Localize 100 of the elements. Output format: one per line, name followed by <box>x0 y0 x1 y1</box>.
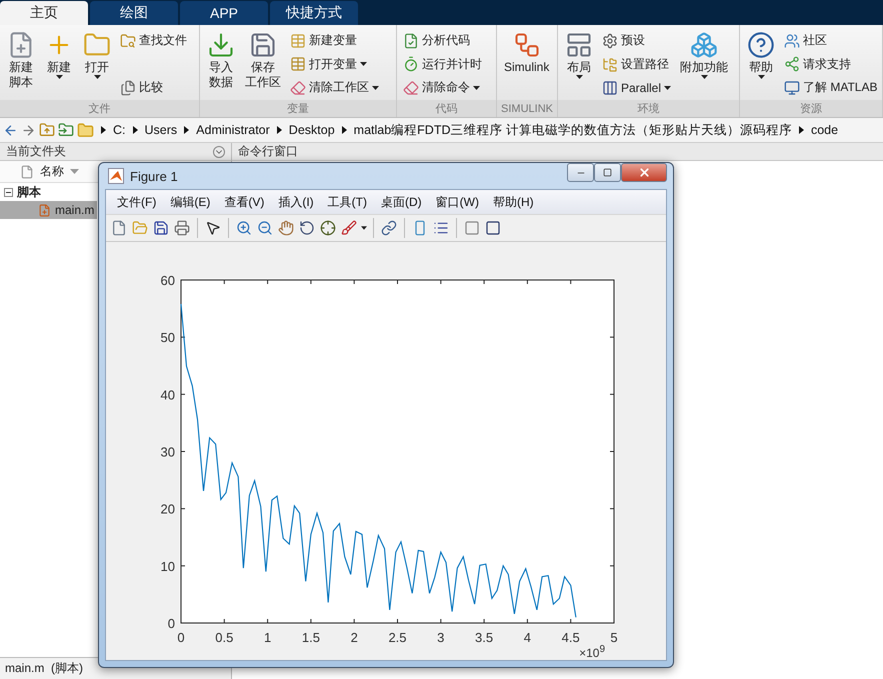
menu-item[interactable]: 工具(T) <box>322 192 372 212</box>
separator-icon <box>798 126 804 134</box>
ribbon-button[interactable]: 社区 <box>782 31 880 50</box>
ribbon-button[interactable]: 查找文件 <box>118 31 189 50</box>
ribbon-button[interactable]: Simulink <box>501 29 552 100</box>
ribbon-button[interactable]: 请求支持 <box>782 54 880 74</box>
eraser-icon <box>290 80 306 96</box>
close-icon <box>638 166 650 179</box>
close-button[interactable] <box>621 163 667 182</box>
tree-item[interactable]: main.m <box>0 201 97 219</box>
x-tick-label: 2.5 <box>388 630 407 645</box>
ribbon-button[interactable]: 清除工作区 <box>288 78 381 97</box>
ribbon-button[interactable]: 分析代码 <box>401 31 484 50</box>
y-tick-label: 30 <box>160 444 175 460</box>
separator-icon <box>342 126 347 134</box>
path-segment[interactable]: Administrator <box>196 123 270 137</box>
ribbon-button[interactable]: 附加功能 <box>677 29 732 100</box>
path-segment[interactable]: Desktop <box>288 123 335 137</box>
cubes-icon <box>690 31 718 59</box>
x-tick-label: 3 <box>437 630 444 645</box>
panel-menu-icon[interactable] <box>213 146 225 158</box>
menu-item[interactable]: 帮助(H) <box>488 192 539 212</box>
help-icon <box>747 31 775 59</box>
menu-item[interactable]: 窗口(W) <box>430 192 484 212</box>
collapse-icon[interactable] <box>4 188 13 196</box>
document-check-icon <box>403 32 419 48</box>
x-tick-label: 1 <box>264 630 272 645</box>
y-tick-label: 10 <box>160 558 175 574</box>
eraser-icon <box>403 80 419 96</box>
ribbon-button[interactable]: 布局 <box>562 29 596 100</box>
maximize-button[interactable] <box>594 163 621 182</box>
x-tick-label: 4.5 <box>562 630 580 645</box>
file-icon <box>20 164 34 178</box>
ribbon-button[interactable]: Parallel <box>600 79 674 97</box>
folders-icon <box>602 56 618 72</box>
caret-icon <box>361 226 367 230</box>
block-diagram-icon <box>512 31 541 59</box>
ribbon-button[interactable]: 了解 MATLAB <box>782 78 880 97</box>
columns-icon <box>602 80 618 96</box>
group-label: 文件 <box>0 100 199 117</box>
path-segment[interactable]: matlab编程FDTD三维程序 计算电磁学的数值方法（矩形贴片天线）源码程序 <box>354 122 792 138</box>
ribbon-button[interactable]: 清除命令 <box>401 78 484 97</box>
y-tick-label: 0 <box>168 616 175 631</box>
maximize-icon <box>603 168 612 177</box>
menu-item[interactable]: 编辑(E) <box>165 192 216 212</box>
group-label: SIMULINK <box>497 100 557 117</box>
path-segment[interactable]: C: <box>113 123 126 137</box>
folder-icon <box>77 122 94 138</box>
timer-icon <box>403 56 419 72</box>
group-label: 代码 <box>397 100 496 117</box>
x-tick-label: 0 <box>177 630 185 645</box>
x-tick-label: 2 <box>350 630 358 645</box>
ribbon-button[interactable]: 保存 工作区 <box>242 29 284 100</box>
x-tick-label: 3.5 <box>475 630 494 645</box>
separator-icon <box>276 126 282 134</box>
ribbon-button[interactable]: 比较 <box>118 78 189 97</box>
ribbon-button[interactable]: 新建 脚本 <box>4 29 38 100</box>
separator-icon <box>184 126 190 134</box>
column-header[interactable]: 名称 <box>40 163 64 180</box>
x-tick-label: 4 <box>524 630 532 645</box>
ribbon-tab[interactable]: 快捷方式 <box>270 1 358 25</box>
x-tick-label: 0.5 <box>215 630 234 645</box>
menu-item[interactable]: 桌面(D) <box>376 192 427 212</box>
monitor-icon <box>784 80 800 96</box>
layout-grid-icon <box>565 31 593 59</box>
ribbon-button[interactable]: 帮助 <box>744 29 778 100</box>
menu-item[interactable]: 插入(I) <box>273 192 319 212</box>
ribbon-tab[interactable]: APP <box>180 1 268 25</box>
ribbon-tab[interactable]: 主页 <box>0 1 88 25</box>
minimize-button[interactable] <box>567 163 594 182</box>
menu-item[interactable]: 查看(V) <box>219 192 270 212</box>
forward-icon[interactable] <box>21 122 36 138</box>
people-icon <box>784 32 800 48</box>
ribbon-button[interactable]: 新建 <box>42 29 76 100</box>
folder-up-icon[interactable] <box>39 122 55 138</box>
axis-exponent: ×10$^{9}$ <box>579 644 605 660</box>
ribbon-button[interactable]: 预设 <box>600 31 674 50</box>
group-label: 环境 <box>558 100 739 117</box>
sort-caret-icon <box>70 169 79 174</box>
window-title: Figure 1 <box>130 168 179 184</box>
ribbon-button[interactable]: 打开 <box>80 29 114 100</box>
path-segment[interactable]: code <box>810 123 838 137</box>
settings-icon <box>602 32 618 48</box>
y-tick-label: 40 <box>160 387 175 402</box>
ribbon-button[interactable]: 打开变量 <box>288 54 381 74</box>
tree-folder-label[interactable]: 脚本 <box>17 184 41 200</box>
y-tick-label: 50 <box>160 330 175 346</box>
panel-title: 命令行窗口 <box>238 143 298 160</box>
ribbon-tab[interactable]: 绘图 <box>90 1 178 25</box>
path-segment[interactable]: Users <box>144 123 178 137</box>
x-tick-label: 5 <box>610 630 618 645</box>
ribbon-button[interactable]: 新建变量 <box>288 31 381 50</box>
matlab-logo-icon <box>108 168 124 184</box>
ribbon-button[interactable]: 运行并计时 <box>401 54 484 74</box>
menu-item[interactable]: 文件(F) <box>112 192 162 212</box>
share-icon <box>784 56 800 72</box>
ribbon-button[interactable]: 设置路径 <box>600 55 674 74</box>
folder-browse-icon[interactable] <box>58 122 74 138</box>
ribbon-button[interactable]: 导入 数据 <box>204 29 238 100</box>
back-icon[interactable] <box>3 122 18 138</box>
